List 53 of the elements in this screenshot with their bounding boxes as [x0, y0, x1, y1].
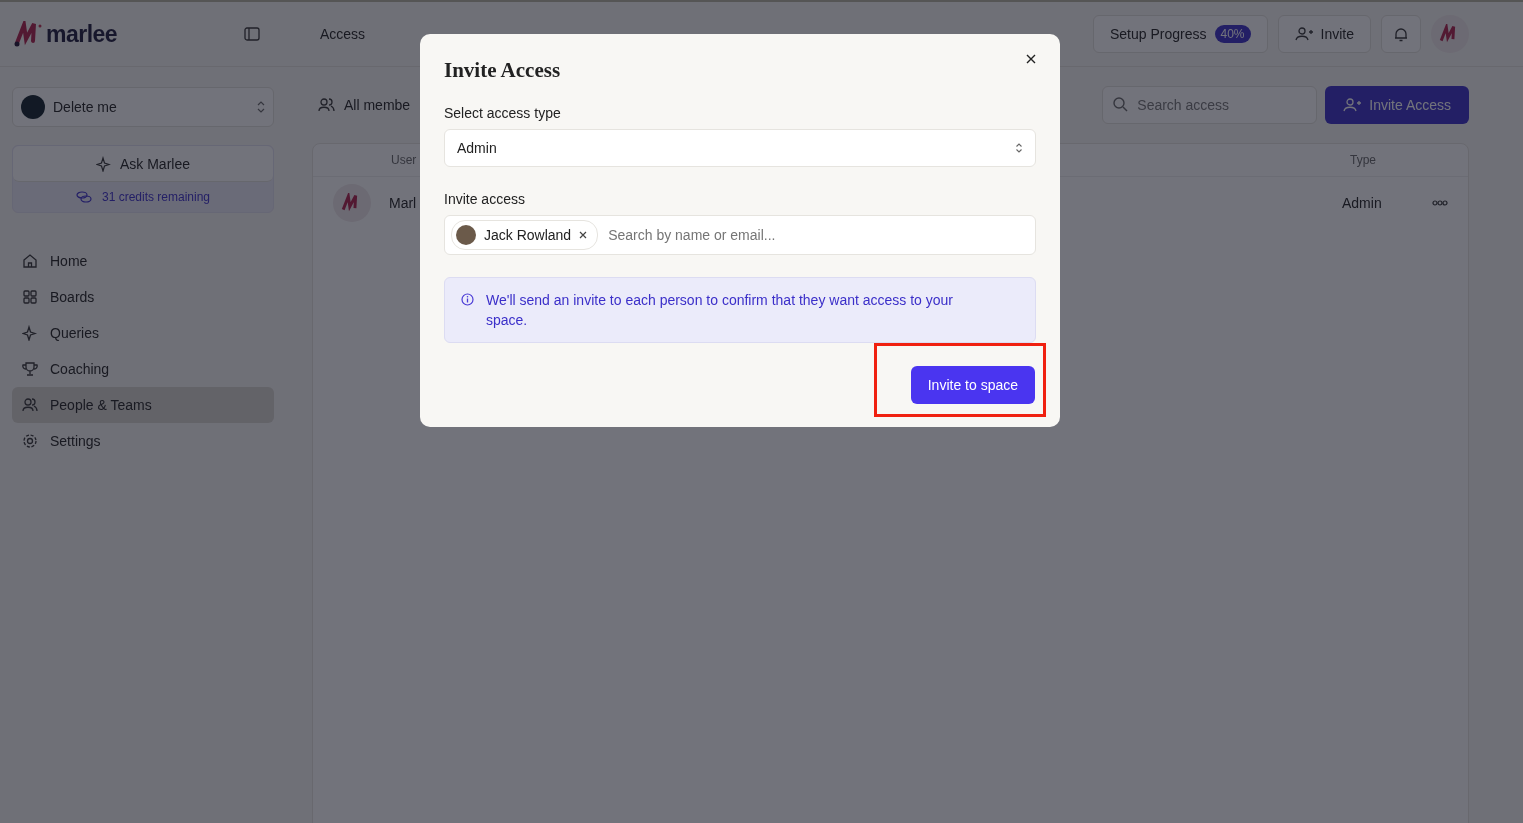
bell-icon [1394, 26, 1408, 42]
invite-button[interactable]: Invite [1277, 15, 1371, 53]
column-header: Type [1350, 153, 1377, 167]
grid-icon [22, 289, 38, 305]
sidebar-item[interactable]: Home [12, 243, 274, 279]
dialog-title: Invite Access [444, 58, 561, 83]
sidebar-item[interactable]: People & Teams [12, 387, 274, 423]
info-icon [461, 293, 474, 306]
user-avatar[interactable] [1431, 15, 1469, 53]
field-label: Select access type [444, 105, 562, 121]
person-chip[interactable]: Jack Rowland [451, 220, 599, 250]
access-type-select[interactable]: Admin [444, 129, 1036, 167]
coins-icon [75, 191, 92, 203]
table-cell-text: Admin [1342, 195, 1383, 211]
sidebar-item[interactable]: Settings [12, 423, 274, 459]
field-label: Invite access [444, 191, 526, 207]
breadcrumb: Access [320, 26, 366, 42]
people-icon [318, 98, 336, 112]
ask-button[interactable]: Ask Marlee [13, 146, 273, 182]
invite-access-button[interactable]: Invite Access [1325, 86, 1469, 124]
column-header: User [391, 153, 417, 167]
more-icon[interactable] [1432, 200, 1448, 206]
logo-mark-icon [14, 21, 44, 47]
add-user-icon [1294, 27, 1313, 41]
chevron-up-down-icon [257, 100, 265, 114]
avatar-placeholder [456, 225, 476, 245]
add-user-icon [1343, 98, 1362, 112]
progress-badge: 40% [1214, 25, 1251, 43]
invite-field[interactable]: Jack Rowland Search by name or email... [444, 215, 1036, 255]
trophy-icon [22, 361, 38, 377]
search-icon [1113, 97, 1129, 112]
sidebar-item[interactable]: Boards [12, 279, 274, 315]
invite-to-space-button[interactable]: Invite to space [910, 366, 1035, 404]
chevron-up-down-icon [1015, 142, 1023, 154]
members-filter[interactable]: All membe [312, 96, 417, 114]
gear-icon [22, 433, 38, 449]
home-icon [22, 253, 38, 269]
workspace-selector[interactable]: Delete me [12, 87, 274, 127]
setup-progress-button[interactable]: Setup Progress 40% [1093, 15, 1268, 53]
close-icon[interactable] [1026, 54, 1036, 64]
user-avatar [333, 184, 371, 222]
sidebar-item[interactable]: Queries [12, 315, 274, 351]
sidebar-item[interactable]: Coaching [12, 351, 274, 387]
table-cell: Marl [389, 195, 417, 211]
credits-remaining: 31 credits remaining [13, 182, 273, 212]
notifications-button[interactable] [1381, 15, 1421, 53]
sparkle-icon [96, 155, 112, 172]
info-text: We'll send an invite to each person to confirm that they want access to your space. [486, 291, 954, 330]
sidebar-toggle-icon[interactable] [244, 27, 260, 41]
logo-text: marlee [46, 20, 118, 48]
people-icon [22, 397, 38, 413]
remove-icon[interactable] [579, 231, 588, 239]
sparkle-icon [22, 325, 38, 341]
